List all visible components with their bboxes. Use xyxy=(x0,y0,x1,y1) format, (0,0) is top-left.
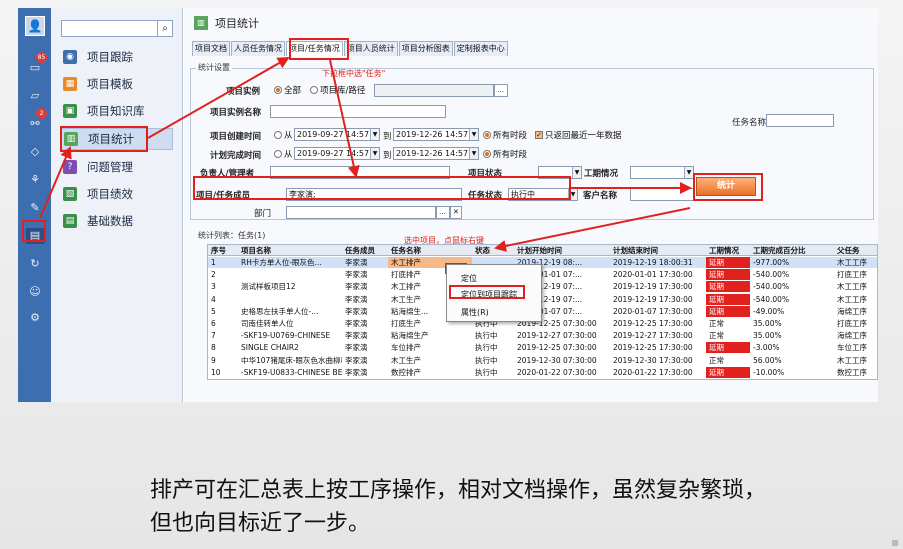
app-screenshot: 👤 ▭ 85 ▱ ⚯ 2 ◇ ⚘ ✎ ▤ ↻ ☺ ⚙ ⌕ ◉ 项目跟踪 ▦ 项目… xyxy=(18,8,878,402)
slide-caption: 排产可在汇总表上按工序操作，相对文档操作，虽然复杂繁琐，但也向目标近了一步。 xyxy=(150,478,767,536)
annotation-arrows xyxy=(39,57,692,252)
arrow-stat-to-grid xyxy=(494,207,691,252)
page-indicator xyxy=(892,540,898,546)
arrow-rail-to-nav xyxy=(39,146,72,219)
arrow-tab-to-member xyxy=(329,59,360,178)
arrow-nav-to-tab xyxy=(147,57,290,139)
slide: 👤 ▭ 85 ▱ ⚯ 2 ◇ ⚘ ✎ ▤ ↻ ☺ ⚙ ⌕ ◉ 项目跟踪 ▦ 项目… xyxy=(0,0,903,549)
